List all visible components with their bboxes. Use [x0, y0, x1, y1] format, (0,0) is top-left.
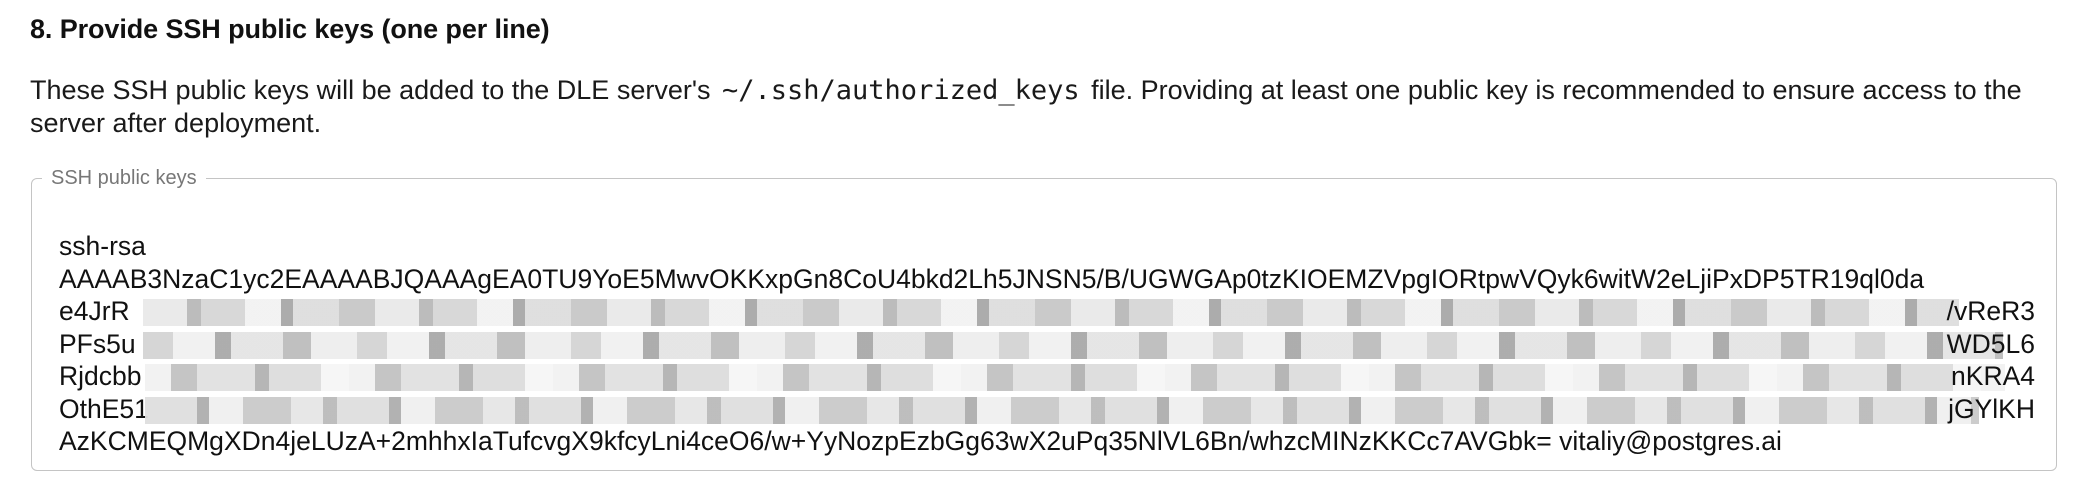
key-line-2-text: AAAAB3NzaC1yc2EAAAABJQAAAgEA0TU9YoE5MwvO… [59, 263, 1925, 294]
key-line-1-text: ssh-rsa [59, 231, 146, 261]
ssh-keys-textarea[interactable]: ssh-rsa AAAAB3NzaC1yc2EAAAABJQAAAgEA0TU9… [59, 230, 2039, 470]
key-line-6: OthE51 jGYlKH [59, 393, 2039, 426]
key-line-5-end: nKRA4 [1951, 361, 2035, 391]
redaction-blur [145, 396, 1979, 424]
key-line-4: PFs5u WD5L6 [59, 328, 2039, 361]
key-line-5-start: Rjdcbb [59, 361, 142, 391]
key-line-3: e4JrR /vReR3 [59, 295, 2039, 328]
key-line-4-end: WD5L6 [1946, 328, 2035, 359]
key-line-7-text: AzKCMEQMgXDn4jeLUzA+2mhhxIaTufcvgX9kfcyL… [59, 426, 1782, 456]
section-title: 8. Provide SSH public keys (one per line… [30, 14, 550, 44]
key-line-1: ssh-rsa [59, 230, 2039, 263]
key-line-7: AzKCMEQMgXDn4jeLUzA+2mhhxIaTufcvgX9kfcyL… [59, 425, 2039, 458]
redaction-blur [143, 299, 1959, 326]
section-description: These SSH public keys will be added to t… [30, 74, 2060, 140]
key-line-6-start: OthE51 [59, 393, 149, 424]
key-line-3-start: e4JrR [59, 296, 130, 326]
key-line-2: AAAAB3NzaC1yc2EAAAABJQAAAgEA0TU9YoE5MwvO… [59, 263, 2039, 296]
key-line-5: Rjdcbb nKRA4 [59, 360, 2039, 393]
authorized-keys-path: ~/.ssh/authorized_keys [722, 75, 1080, 106]
ssh-keys-field-label: SSH public keys [51, 167, 197, 189]
ssh-keys-field: SSH public keys ssh-rsa AAAAB3NzaC1yc2EA… [31, 168, 2057, 471]
description-text-before: These SSH public keys will be added to t… [30, 75, 711, 105]
redaction-blur [145, 364, 2005, 391]
key-line-6-end: jGYlKH [1948, 393, 2035, 424]
redaction-blur [143, 331, 2003, 359]
key-line-3-end: /vReR3 [1946, 296, 2035, 326]
key-line-4-start: PFs5u [59, 328, 136, 359]
